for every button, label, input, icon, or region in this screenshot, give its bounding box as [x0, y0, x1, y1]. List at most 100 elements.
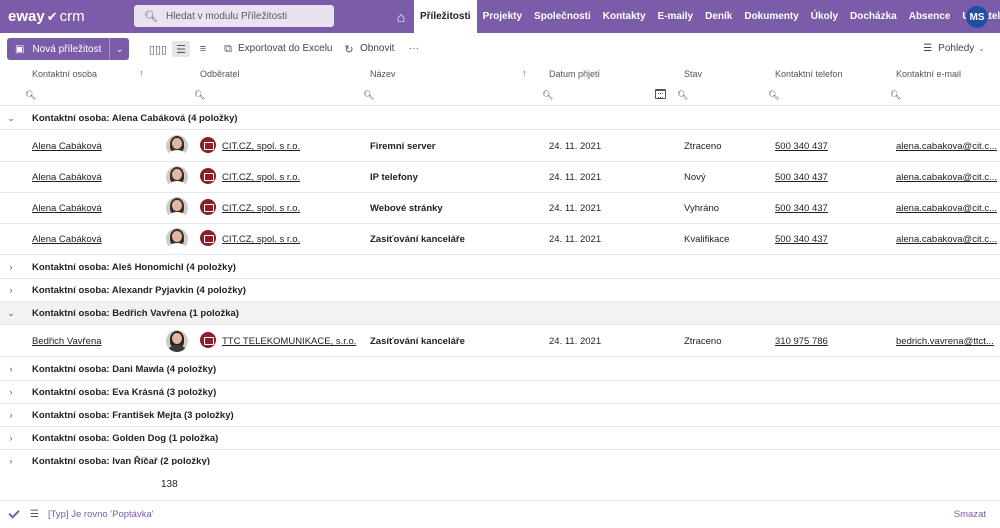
chevron-right-icon[interactable]: › [6, 433, 16, 443]
filter-contact-search-icon[interactable]: 🔍︎ [25, 90, 36, 101]
column-header-state[interactable]: Stav [684, 69, 702, 79]
customer-link[interactable]: CIT.CZ, spol. s r.o. [222, 172, 300, 183]
opportunity-name: Zasíťování kanceláře [370, 336, 465, 347]
more-button[interactable]: ··· [409, 43, 419, 54]
export-button[interactable]: Exportovat do Excelu [238, 43, 333, 54]
logo-suffix: crm [59, 8, 85, 25]
nav-item-ukoly[interactable]: Úkoly [805, 0, 844, 33]
filter-customer-search-icon[interactable]: 🔍︎ [194, 90, 205, 101]
search-input[interactable]: 🔍︎ Hledat v modulu Příležitosti [134, 5, 334, 27]
group-row[interactable]: › Kontaktní osoba: Dani Mawla (4 položky… [0, 358, 1000, 381]
group-row[interactable]: › Kontaktní osoba: Alexandr Pyjavkin (4 … [0, 279, 1000, 302]
email-link[interactable]: alena.cabakova@cit.c... [896, 141, 997, 152]
phone-link[interactable]: 310 975 786 [775, 336, 828, 347]
list-view-icon[interactable]: ☰ [172, 41, 190, 57]
chevron-right-icon[interactable]: › [6, 456, 16, 465]
contact-link[interactable]: Alena Cabáková [32, 141, 102, 152]
filter-state-search-icon[interactable]: 🔍︎ [677, 90, 688, 101]
compact-view-icon[interactable]: ≡ [194, 41, 212, 57]
column-header-name[interactable]: Název [370, 69, 396, 79]
column-header-email[interactable]: Kontaktní e-mail [896, 69, 961, 79]
customer-link[interactable]: CIT.CZ, spol. s r.o. [222, 234, 300, 245]
filter-name-search-icon[interactable]: 🔍︎ [363, 90, 374, 101]
column-header-date[interactable]: Datum přijetí [549, 69, 600, 79]
filter-icon[interactable]: ☰ [30, 509, 39, 520]
clear-filter-button[interactable]: Smazat [954, 509, 986, 520]
nav-item-kontakty[interactable]: Kontakty [597, 0, 652, 33]
filter-bar: ☰ [Typ] Je rovno 'Poptávka' Smazat [0, 500, 1000, 528]
refresh-icon[interactable]: ↻ [340, 41, 358, 57]
group-row[interactable]: › Kontaktní osoba: Golden Dog (1 položka… [0, 427, 1000, 450]
phone-link[interactable]: 500 340 437 [775, 172, 828, 183]
state-cell: Ztraceno [684, 141, 722, 152]
chevron-right-icon[interactable]: › [6, 410, 16, 420]
phone-link[interactable]: 500 340 437 [775, 141, 828, 152]
nav-item-spolecnosti[interactable]: Společnosti [528, 0, 597, 33]
phone-link[interactable]: 500 340 437 [775, 234, 828, 245]
group-label: Kontaktní osoba: Alexandr Pyjavkin (4 po… [32, 284, 246, 296]
card-view-icon[interactable]: ▯▯▯ [149, 41, 167, 57]
check-icon[interactable] [8, 507, 20, 519]
customer-link[interactable]: CIT.CZ, spol. s r.o. [222, 141, 300, 152]
nav-item-projekty[interactable]: Projekty [477, 0, 528, 33]
filter-date-search-icon[interactable]: 🔍︎ [542, 90, 553, 101]
email-link[interactable]: bedrich.vavrena@ttct... [896, 336, 994, 347]
search-placeholder: Hledat v modulu Příležitosti [165, 10, 288, 22]
chevron-right-icon[interactable]: › [6, 364, 16, 374]
chevron-down-icon[interactable]: ⌄ [6, 308, 16, 319]
chevron-right-icon[interactable]: › [6, 387, 16, 397]
sort-up-icon[interactable]: ↑ [522, 68, 527, 78]
phone-link[interactable]: 500 340 437 [775, 203, 828, 214]
contact-link[interactable]: Alena Cabáková [32, 172, 102, 183]
group-label: Kontaktní osoba: Golden Dog (1 položka) [32, 432, 219, 444]
logo[interactable]: eway ✔ crm [8, 0, 128, 33]
active-filter[interactable]: [Typ] Je rovno 'Poptávka' [48, 509, 154, 520]
chevron-right-icon[interactable]: › [6, 285, 16, 295]
calendar-icon[interactable] [655, 89, 666, 99]
views-button[interactable]: ☰ Pohledy ⌄ [923, 43, 985, 54]
contact-link[interactable]: Alena Cabáková [32, 203, 102, 214]
sort-up-icon[interactable]: ↑ [139, 68, 144, 78]
nav-item-prilezitosti[interactable]: Příležitosti [414, 0, 477, 33]
views-icon: ☰ [923, 43, 933, 54]
chevron-right-icon[interactable]: › [6, 262, 16, 272]
nav-item-emaily[interactable]: E-maily [652, 0, 700, 33]
group-row[interactable]: ⌄ Kontaktní osoba: Alena Cabáková (4 pol… [0, 107, 1000, 130]
group-row[interactable]: › Kontaktní osoba: Ivan Říčař (2 položky… [0, 450, 1000, 466]
column-header-phone[interactable]: Kontaktní telefon [775, 69, 843, 79]
email-link[interactable]: alena.cabakova@cit.c... [896, 172, 997, 183]
new-opportunity-button[interactable]: ▣ Nová příležitost [7, 38, 109, 60]
chevron-down-icon[interactable]: ⌄ [6, 113, 16, 124]
export-icon[interactable]: ⧉ [219, 41, 237, 57]
nav-item-absence[interactable]: Absence [903, 0, 957, 33]
new-opportunity-dropdown-icon[interactable]: ⌄ [109, 38, 129, 60]
logo-name: eway [8, 8, 45, 25]
toolbar: ▣ Nová příležitost ⌄ ▯▯▯ ☰ ≡ ⧉ Exportova… [0, 36, 1000, 62]
table-row[interactable]: Alena Cabáková CIT.CZ, spol. s r.o. Zasí… [0, 224, 1000, 255]
home-icon[interactable]: ⌂ [392, 8, 410, 26]
refresh-button[interactable]: Obnovit [360, 43, 394, 54]
contact-link[interactable]: Bedřich Vavřena [32, 336, 102, 347]
search-icon: 🔍︎ [144, 10, 158, 23]
email-link[interactable]: alena.cabakova@cit.c... [896, 203, 997, 214]
customer-link[interactable]: TTC TELEKOMUNIKACE, s.r.o. [222, 336, 356, 347]
email-link[interactable]: alena.cabakova@cit.c... [896, 234, 997, 245]
group-row[interactable]: › Kontaktní osoba: František Mejta (3 po… [0, 404, 1000, 427]
nav-item-dochazka[interactable]: Docházka [844, 0, 903, 33]
column-header-customer[interactable]: Odběratel [200, 69, 240, 79]
group-row[interactable]: ⌄ Kontaktní osoba: Bedřich Vavřena (1 po… [0, 302, 1000, 325]
user-avatar[interactable]: MS [966, 6, 988, 28]
nav-item-denik[interactable]: Deník [699, 0, 738, 33]
contact-link[interactable]: Alena Cabáková [32, 234, 102, 245]
filter-email-search-icon[interactable]: 🔍︎ [890, 90, 901, 101]
nav-item-dokumenty[interactable]: Dokumenty [738, 0, 804, 33]
column-header-contact[interactable]: Kontaktní osoba [32, 69, 97, 79]
group-row[interactable]: › Kontaktní osoba: Aleš Honomichl (4 pol… [0, 256, 1000, 279]
customer-link[interactable]: CIT.CZ, spol. s r.o. [222, 203, 300, 214]
table-row[interactable]: Alena Cabáková CIT.CZ, spol. s r.o. Webo… [0, 193, 1000, 224]
table-row[interactable]: Alena Cabáková CIT.CZ, spol. s r.o. Fire… [0, 131, 1000, 162]
filter-phone-search-icon[interactable]: 🔍︎ [768, 90, 779, 101]
table-row[interactable]: Alena Cabáková CIT.CZ, spol. s r.o. IP t… [0, 162, 1000, 193]
group-row[interactable]: › Kontaktní osoba: Eva Krásná (3 položky… [0, 381, 1000, 404]
table-row[interactable]: Bedřich Vavřena TTC TELEKOMUNIKACE, s.r.… [0, 326, 1000, 357]
